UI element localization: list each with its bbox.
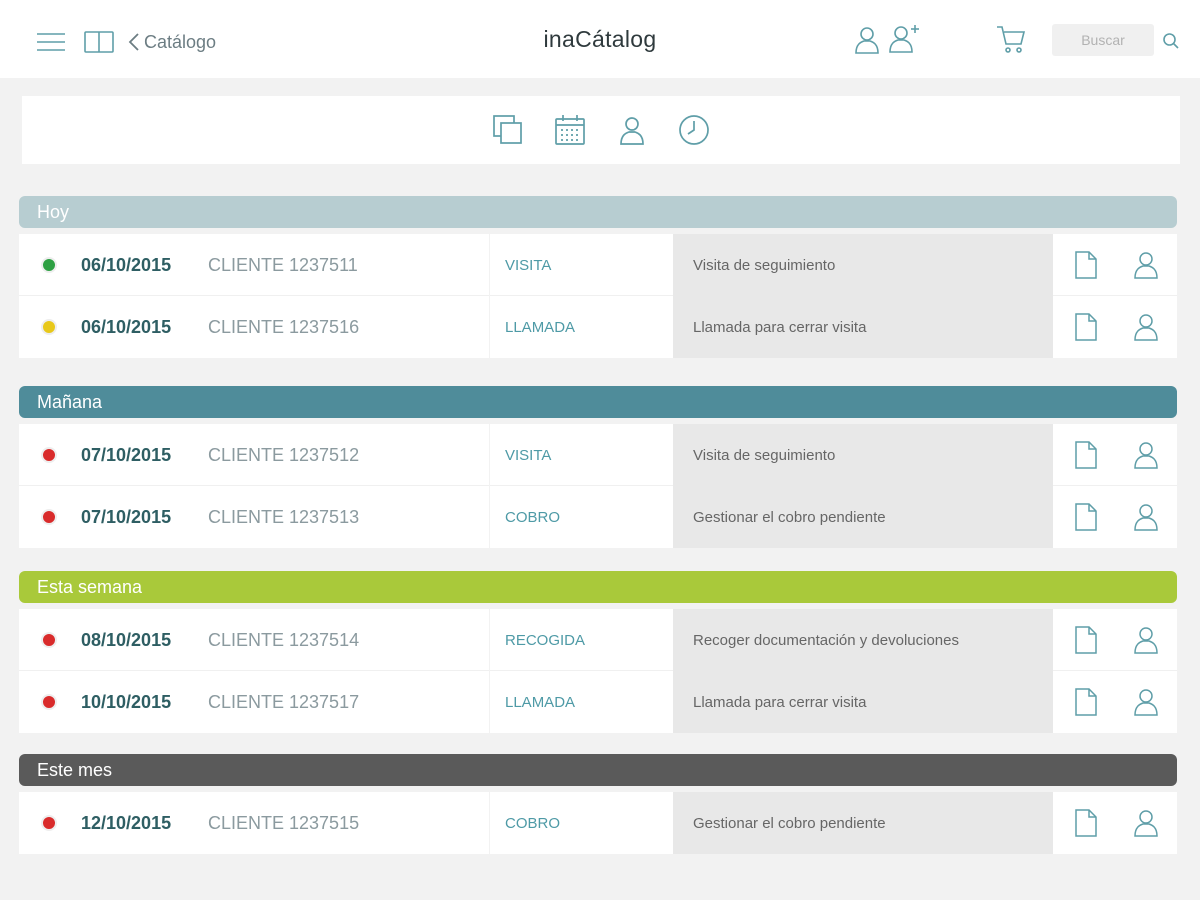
status-indicator — [37, 424, 61, 486]
status-dot — [41, 694, 57, 710]
layers-icon[interactable] — [490, 112, 526, 148]
hamburger-menu-icon[interactable] — [34, 30, 68, 54]
cart-icon[interactable] — [994, 22, 1028, 56]
section-este-mes: Este mes 12/10/2015 CLIENTE 1237515 COBRO G… — [19, 754, 1177, 854]
status-dot — [41, 319, 57, 335]
section-header: Esta semana — [19, 571, 1177, 603]
document-icon[interactable] — [1071, 792, 1101, 854]
section-header: Mañana — [19, 386, 1177, 418]
status-dot — [41, 509, 57, 525]
row-date: 07/10/2015 — [81, 506, 172, 527]
status-dot — [41, 815, 57, 831]
add-user-icon[interactable] — [888, 22, 922, 56]
row-date: 06/10/2015 — [81, 254, 172, 275]
row-description: Visita de seguimiento — [673, 424, 1053, 486]
clock-icon[interactable] — [676, 112, 712, 148]
section-rows: 06/10/2015 CLIENTE 1237511 VISITA Visita de… — [19, 234, 1177, 358]
row-divider — [489, 609, 490, 671]
person-icon[interactable] — [1131, 234, 1161, 296]
agenda-row[interactable]: 12/10/2015 CLIENTE 1237515 COBRO Gestionar … — [19, 792, 1177, 854]
agenda-row[interactable]: 06/10/2015 CLIENTE 1237511 VISITA Visita de… — [19, 234, 1177, 296]
row-date: 10/10/2015 — [81, 691, 172, 712]
document-icon[interactable] — [1071, 486, 1101, 548]
row-type: COBRO — [505, 814, 561, 832]
agenda-row[interactable]: 10/10/2015 CLIENTE 1237517 LLAMADA Llamada … — [19, 671, 1177, 733]
section-rows: 07/10/2015 CLIENTE 1237512 VISITA Visita de… — [19, 424, 1177, 548]
row-description: Gestionar el cobro pendiente — [673, 486, 1053, 548]
status-indicator — [37, 296, 61, 358]
row-client: CLIENTE 1237512 — [208, 444, 360, 465]
row-description: Visita de seguimiento — [673, 234, 1053, 296]
row-type: VISITA — [505, 256, 552, 274]
section-rows: 08/10/2015 CLIENTE 1237514 RECOGIDA Recoger… — [19, 609, 1177, 733]
person-icon[interactable] — [1131, 486, 1161, 548]
row-type: LLAMADA — [505, 693, 576, 711]
row-date: 12/10/2015 — [81, 812, 172, 833]
back-label: Catálogo — [144, 31, 217, 52]
status-indicator — [37, 486, 61, 548]
document-icon[interactable] — [1071, 296, 1101, 358]
user-icon[interactable] — [852, 24, 882, 56]
status-indicator — [37, 792, 61, 854]
row-description: Gestionar el cobro pendiente — [673, 792, 1053, 854]
section-header: Este mes — [19, 754, 1177, 786]
calendar-icon[interactable] — [552, 112, 588, 148]
person-icon[interactable] — [1131, 792, 1161, 854]
row-description: Llamada para cerrar visita — [673, 671, 1053, 733]
row-client: CLIENTE 1237515 — [208, 812, 360, 833]
status-dot — [41, 257, 57, 273]
row-client: CLIENTE 1237514 — [208, 629, 360, 650]
row-description: Recoger documentación y devoluciones — [673, 609, 1053, 671]
back-button[interactable]: Catálogo — [128, 28, 216, 56]
row-divider — [489, 296, 490, 358]
row-client: CLIENTE 1237517 — [208, 691, 360, 712]
row-divider — [489, 486, 490, 548]
chevron-left-icon — [128, 33, 139, 51]
person-icon[interactable] — [1131, 671, 1161, 733]
section-esta-semana: Esta semana 08/10/2015 CLIENTE 1237514 REC… — [19, 571, 1177, 733]
book-icon[interactable] — [82, 28, 116, 56]
search-input[interactable] — [1052, 24, 1154, 56]
section-hoy: Hoy 06/10/2015 CLIENTE 1237511 VISITA Visit… — [19, 196, 1177, 358]
row-date: 06/10/2015 — [81, 316, 172, 337]
status-dot — [41, 632, 57, 648]
row-description: Llamada para cerrar visita — [673, 296, 1053, 358]
row-divider — [489, 424, 490, 486]
row-divider — [489, 671, 490, 733]
person-icon[interactable] — [1131, 296, 1161, 358]
row-client: CLIENTE 1237513 — [208, 506, 360, 527]
section-rows: 12/10/2015 CLIENTE 1237515 COBRO Gestionar … — [19, 792, 1177, 854]
row-type: LLAMADA — [505, 318, 576, 336]
document-icon[interactable] — [1071, 671, 1101, 733]
agenda-row[interactable]: 07/10/2015 CLIENTE 1237512 VISITA Visita de… — [19, 424, 1177, 486]
search-icon[interactable] — [1160, 30, 1182, 52]
row-type: RECOGIDA — [505, 631, 586, 649]
section-manana: Mañana 07/10/2015 CLIENTE 1237512 VISITA Vi… — [19, 386, 1177, 548]
row-type: COBRO — [505, 508, 561, 526]
document-icon[interactable] — [1071, 234, 1101, 296]
row-type: VISITA — [505, 446, 552, 464]
row-date: 08/10/2015 — [81, 629, 172, 650]
status-indicator — [37, 234, 61, 296]
status-indicator — [37, 609, 61, 671]
filter-bar — [22, 96, 1180, 164]
row-client: CLIENTE 1237511 — [208, 254, 358, 275]
person-icon[interactable] — [1131, 424, 1161, 486]
agenda-row[interactable]: 07/10/2015 CLIENTE 1237513 COBRO Gestionar … — [19, 486, 1177, 548]
person-icon[interactable] — [1131, 609, 1161, 671]
agenda-row[interactable]: 06/10/2015 CLIENTE 1237516 LLAMADA Llamada … — [19, 296, 1177, 358]
row-divider — [489, 234, 490, 296]
row-date: 07/10/2015 — [81, 444, 172, 465]
user-filter-icon[interactable] — [614, 112, 650, 148]
row-divider — [489, 792, 490, 854]
row-client: CLIENTE 1237516 — [208, 316, 360, 337]
status-dot — [41, 447, 57, 463]
agenda-row[interactable]: 08/10/2015 CLIENTE 1237514 RECOGIDA Recoger… — [19, 609, 1177, 671]
status-indicator — [37, 671, 61, 733]
section-header: Hoy — [19, 196, 1177, 228]
document-icon[interactable] — [1071, 609, 1101, 671]
top-bar: Catálogo inaCátalog — [0, 0, 1200, 78]
document-icon[interactable] — [1071, 424, 1101, 486]
